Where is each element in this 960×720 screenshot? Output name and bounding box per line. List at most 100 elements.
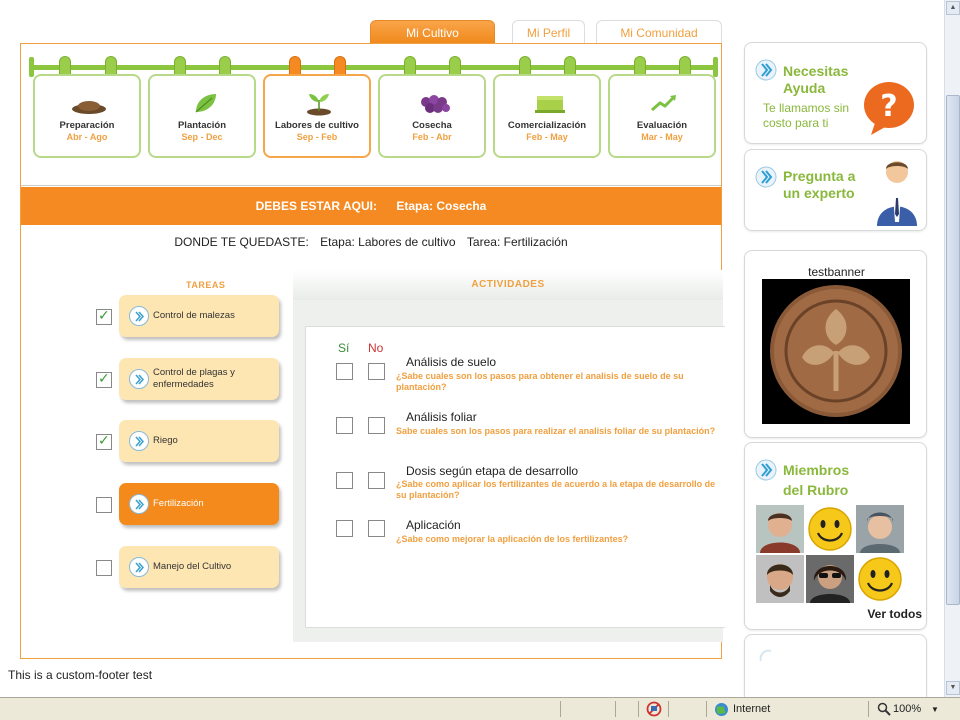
loading-icon — [759, 649, 772, 662]
activity-no-checkbox[interactable] — [368, 363, 385, 380]
last-position-stage: Etapa: Labores de cultivo — [320, 235, 456, 249]
page: Mi Cultivo Mi Perfil Mi Comunidad Prepar… — [0, 0, 960, 720]
members-box: Miembros del Rubro Ver todos — [744, 442, 927, 630]
arrow-right-icon — [755, 459, 777, 481]
task-checkbox[interactable] — [96, 497, 112, 513]
scroll-up-button[interactable]: ▲ — [946, 1, 960, 15]
activity-title: Análisis foliar — [406, 410, 477, 424]
expert-title-line2: un experto — [783, 185, 855, 201]
activities-list: Sí No Análisis de suelo ¿Sabe cuales son… — [305, 326, 725, 628]
task-checkbox[interactable]: ✓ — [96, 307, 112, 325]
growth-chart-icon — [651, 95, 676, 112]
arrow-right-icon — [755, 59, 777, 81]
help-sub-line1: Te llamamos sin — [763, 101, 850, 115]
no-column-label: No — [368, 341, 384, 355]
task-riego[interactable]: Riego — [119, 420, 279, 462]
stage-cosecha[interactable]: Cosecha Feb - Abr — [378, 74, 486, 158]
avatar[interactable] — [806, 555, 854, 603]
stage-labores-de-cultivo[interactable]: Labores de cultivo Sep - Feb — [263, 74, 371, 158]
activity-no-checkbox[interactable] — [368, 472, 385, 489]
tab-mi-cultivo[interactable]: Mi Cultivo — [370, 20, 495, 44]
activity-title: Análisis de suelo — [406, 355, 497, 369]
stage-dates: Feb - Abr — [412, 132, 452, 142]
members-title-line2: del Rubro — [783, 482, 849, 498]
activity-yes-checkbox[interactable] — [336, 363, 353, 380]
avatar[interactable] — [856, 505, 904, 553]
stage-comercializacion[interactable]: Comercialización Feb - May — [493, 74, 601, 158]
expert-person-icon — [877, 161, 917, 226]
last-position-label: DONDE TE QUEDASTE: — [174, 235, 309, 249]
task-manejo-del-cultivo[interactable]: Manejo del Cultivo — [119, 546, 279, 588]
task-checkbox[interactable]: ✓ — [96, 432, 112, 450]
vertical-scrollbar[interactable]: ▲ ▼ — [944, 0, 960, 697]
question-mark-bubble-icon: ? — [864, 82, 914, 135]
arrow-right-icon — [129, 494, 149, 514]
scroll-down-button[interactable]: ▼ — [946, 681, 960, 695]
browser-status-bar: Internet 100% ▼ — [0, 697, 960, 720]
smiley-avatar[interactable] — [856, 555, 904, 603]
checkmark-icon: ✓ — [98, 307, 110, 323]
tab-mi-comunidad[interactable]: Mi Comunidad — [596, 20, 722, 44]
banner-box[interactable]: testbanner — [744, 250, 927, 438]
smiley-avatar[interactable] — [806, 505, 854, 553]
status-divider — [615, 701, 616, 717]
activity-yes-checkbox[interactable] — [336, 472, 353, 489]
stage-name: Plantación — [177, 120, 227, 131]
task-label: Control de malezas — [153, 310, 235, 321]
current-stage-label: DEBES ESTAR AQUI: — [255, 199, 377, 213]
task-checkbox[interactable] — [96, 560, 112, 576]
activity-yes-checkbox[interactable] — [336, 417, 353, 434]
tab-mi-perfil[interactable]: Mi Perfil — [512, 20, 585, 44]
coin-emblem-icon — [762, 279, 910, 424]
stage-evaluacion[interactable]: Evaluación Mar - May — [608, 74, 716, 158]
stage-preparacion[interactable]: Preparación Abr - Ago — [33, 74, 141, 158]
soil-mound-icon — [72, 101, 106, 114]
stage-name: Preparación — [59, 120, 115, 131]
grapes-icon — [421, 95, 450, 113]
task-checkbox[interactable]: ✓ — [96, 370, 112, 388]
stage-plantacion[interactable]: Plantación Sep - Dec — [148, 74, 256, 158]
stage-dates: Mar - May — [641, 132, 683, 142]
arrow-right-icon — [129, 369, 149, 389]
checkmark-icon: ✓ — [98, 432, 110, 448]
stage-name: Cosecha — [412, 120, 452, 131]
task-fertilizacion[interactable]: Fertilización — [119, 483, 279, 525]
checkmark-icon: ✓ — [98, 370, 110, 386]
zoom-level[interactable]: 100% — [893, 703, 921, 715]
status-divider — [668, 701, 669, 717]
task-label: Control de plagas y enfermedades — [153, 367, 235, 390]
activity-no-checkbox[interactable] — [368, 417, 385, 434]
footer-text: This is a custom-footer test — [8, 668, 153, 682]
status-divider — [560, 701, 561, 717]
help-box[interactable]: Necesitas Ayuda Te llamamos sin costo pa… — [744, 42, 927, 144]
crate-icon — [535, 96, 565, 113]
timeline-bar — [31, 65, 717, 70]
popup-blocker-icon[interactable] — [645, 701, 663, 717]
scroll-thumb[interactable] — [946, 95, 960, 605]
expert-box[interactable]: Pregunta a un experto — [744, 149, 927, 231]
avatar[interactable] — [756, 555, 804, 603]
timeline-cap-left — [29, 57, 34, 77]
activity-question: ¿Sabe como aplicar los fertilizantes de … — [396, 479, 716, 500]
last-position-task: Tarea: Fertilización — [466, 235, 568, 249]
status-divider — [706, 701, 707, 717]
zoom-icon[interactable] — [877, 702, 891, 716]
activity-title: Aplicación — [406, 518, 461, 532]
banner-image[interactable] — [762, 279, 910, 424]
task-label: Manejo del Cultivo — [153, 561, 232, 572]
activities-title: ACTIVIDADES — [293, 270, 723, 300]
arrow-right-icon — [129, 557, 149, 577]
task-label: Fertilización — [153, 498, 204, 509]
avatar[interactable] — [756, 505, 804, 553]
activity-no-checkbox[interactable] — [368, 520, 385, 537]
main-panel: Preparación Abr - Ago Plantación Sep - D… — [20, 43, 725, 659]
chevron-down-icon[interactable]: ▼ — [931, 705, 939, 714]
stage-dates: Abr - Ago — [66, 132, 108, 142]
task-control-de-plagas[interactable]: Control de plagas y enfermedades — [119, 358, 279, 400]
task-control-de-malezas[interactable]: Control de malezas — [119, 295, 279, 337]
activity-question: Sabe cuales son los pasos para realizar … — [396, 426, 716, 436]
activity-yes-checkbox[interactable] — [336, 520, 353, 537]
arrow-right-icon — [755, 166, 777, 188]
view-all-members-link[interactable]: Ver todos — [867, 607, 922, 621]
globe-icon — [715, 703, 728, 716]
